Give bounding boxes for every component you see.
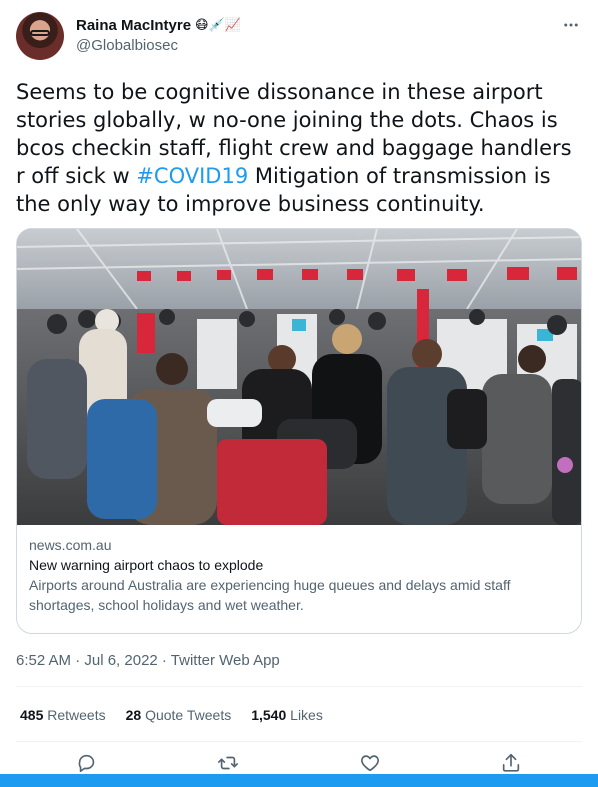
card-title[interactable]: New warning airport chaos to explode xyxy=(29,555,569,575)
tweet-header: Raina MacIntyre 😷💉📈 @Globalbiosec xyxy=(16,12,582,60)
user-handle[interactable]: @Globalbiosec xyxy=(76,36,241,56)
tweet-timestamp[interactable]: 6:52 AM · Jul 6, 2022 · Twitter Web App xyxy=(16,651,280,671)
retweets-stat[interactable]: 485 Retweets xyxy=(20,705,106,725)
card-meta[interactable]: news.com.au New warning airport chaos to… xyxy=(17,525,581,615)
avatar[interactable] xyxy=(16,12,64,60)
engagement-stats: 485 Retweets 28 Quote Tweets 1,540 Likes xyxy=(20,705,323,725)
like-icon xyxy=(361,755,379,772)
retweets-label: Retweets xyxy=(47,707,106,723)
author-block: Raina MacIntyre 😷💉📈 @Globalbiosec xyxy=(76,16,241,56)
card-domain: news.com.au xyxy=(29,537,112,553)
bottom-accent-bar xyxy=(0,774,598,787)
likes-label: Likes xyxy=(290,707,323,723)
divider xyxy=(16,741,582,742)
share-icon xyxy=(502,753,520,772)
airport-photo xyxy=(17,229,581,525)
likes-stat[interactable]: 1,540 Likes xyxy=(251,705,323,725)
tweet-text: Seems to be cognitive dissonance in thes… xyxy=(16,78,582,218)
link-card[interactable]: news.com.au New warning airport chaos to… xyxy=(16,228,582,634)
display-name[interactable]: Raina MacIntyre 😷💉📈 xyxy=(76,16,241,36)
retweet-icon xyxy=(218,756,238,770)
name-emojis: 😷💉📈 xyxy=(195,18,241,33)
quotes-count: 28 xyxy=(125,707,142,723)
quote-tweets-stat[interactable]: 28 Quote Tweets xyxy=(126,705,232,725)
likes-count: 1,540 xyxy=(251,707,287,723)
display-name-text[interactable]: Raina MacIntyre xyxy=(76,16,191,36)
reply-icon xyxy=(78,754,95,773)
retweets-count: 485 xyxy=(20,707,44,723)
card-image[interactable] xyxy=(17,229,581,525)
quotes-label: Quote Tweets xyxy=(145,707,232,723)
card-description: Airports around Australia are experienci… xyxy=(29,577,511,613)
more-icon[interactable] xyxy=(560,14,582,36)
hashtag-link[interactable]: #COVID19 xyxy=(136,164,248,188)
divider xyxy=(16,686,582,687)
